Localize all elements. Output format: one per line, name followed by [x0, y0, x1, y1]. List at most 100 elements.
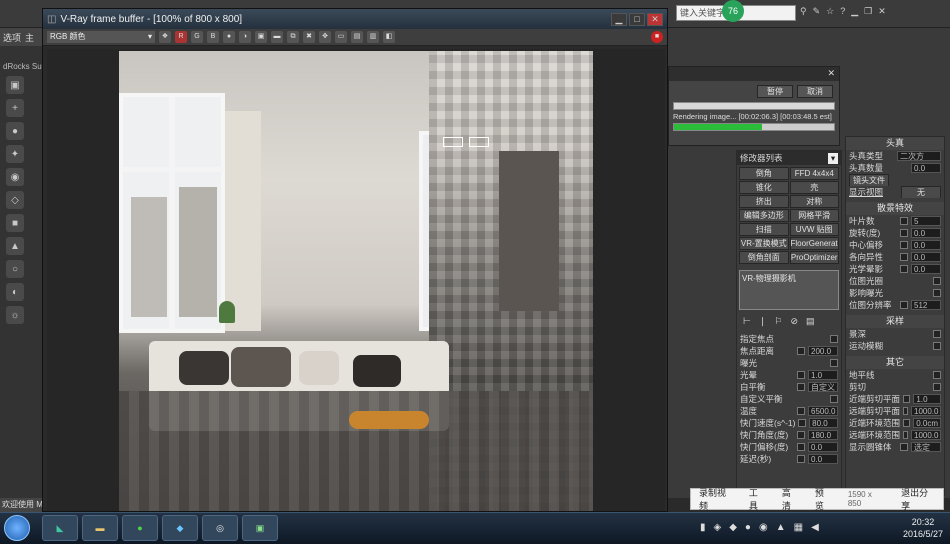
network-icon[interactable]: ▦ — [794, 522, 803, 533]
clone-icon[interactable]: ⧉ — [287, 31, 299, 43]
tray-icon[interactable]: ◈ — [714, 522, 722, 533]
box-icon[interactable]: ■ — [6, 214, 24, 232]
search-icon[interactable]: ⚲ — [800, 6, 807, 20]
modifier-button[interactable]: 扫描 — [739, 223, 789, 236]
param-value[interactable]: 5 — [911, 216, 941, 226]
param-checkbox[interactable] — [797, 407, 805, 415]
param-value[interactable]: 1000.0 — [911, 406, 941, 416]
region-icon[interactable]: ▭ — [335, 31, 347, 43]
param-checkbox[interactable] — [900, 217, 908, 225]
param-value[interactable]: 0.0 — [808, 442, 838, 452]
cloud-app-icon[interactable]: ◆ — [162, 515, 198, 541]
param-checkbox[interactable] — [900, 253, 908, 261]
modifier-button[interactable]: 锥化 — [739, 181, 789, 194]
maximize-icon[interactable]: □ — [629, 12, 645, 26]
modifier-button[interactable]: VR-置换模式 — [739, 237, 789, 250]
volume-icon[interactable]: ◀ — [811, 522, 819, 533]
clear-icon[interactable]: ✖ — [303, 31, 315, 43]
lut-icon[interactable]: ◧ — [383, 31, 395, 43]
modifier-button[interactable]: ProOptimizer — [789, 251, 839, 264]
lens-file-button[interactable]: 镜头文件 — [849, 174, 889, 186]
minimize-icon[interactable]: ▁ — [611, 12, 627, 26]
param-value[interactable]: 1.0 — [808, 370, 838, 380]
tools-menu[interactable]: 工具 — [741, 486, 774, 512]
param-checkbox[interactable] — [903, 419, 911, 427]
camera-icon[interactable]: ◉ — [6, 168, 24, 186]
stack-item[interactable]: VR-物理摄影机 — [742, 273, 836, 284]
param-checkbox[interactable] — [933, 383, 941, 391]
color-icon[interactable]: ❖ — [159, 31, 171, 43]
param-value[interactable]: 0.0 — [911, 264, 941, 274]
param-value[interactable]: 0.0 — [911, 252, 941, 262]
mono-icon[interactable]: ◑ — [239, 31, 251, 43]
param-value[interactable]: 180.0 — [808, 430, 838, 440]
param-value[interactable]: 512 — [911, 300, 941, 310]
param-checkbox[interactable] — [797, 443, 805, 451]
material-icon[interactable]: ◐ — [6, 283, 24, 301]
param-checkbox[interactable] — [900, 229, 908, 237]
param-checkbox[interactable] — [933, 371, 941, 379]
param-checkbox[interactable] — [933, 330, 941, 338]
param-checkbox[interactable] — [900, 241, 908, 249]
param-checkbox[interactable] — [900, 301, 908, 309]
modifier-button[interactable]: 倒角剖面 — [739, 251, 789, 264]
param-checkbox[interactable] — [900, 265, 908, 273]
folder-icon[interactable]: ▬ — [271, 31, 283, 43]
param-value[interactable]: 0.0cm — [913, 418, 941, 428]
param-checkbox[interactable] — [933, 289, 941, 297]
modifier-button[interactable]: FFD 4x4x4 — [789, 167, 839, 180]
tray-icon[interactable]: ● — [745, 522, 751, 533]
close-icon[interactable]: ✕ — [878, 6, 886, 20]
param-value[interactable]: 自定义 — [808, 382, 838, 392]
cone-icon[interactable]: ▲ — [6, 237, 24, 255]
tray-icon[interactable]: ▲ — [776, 522, 786, 533]
menu-item-main[interactable]: 主 — [25, 31, 34, 43]
clock[interactable]: 20:32 2016/5/27 — [898, 516, 948, 540]
light-icon[interactable]: ✦ — [6, 145, 24, 163]
tray-icon[interactable]: ◆ — [729, 522, 737, 533]
lens-type-select[interactable]: 二次方 — [897, 151, 941, 161]
param-checkbox[interactable] — [830, 335, 838, 343]
configure-icon[interactable]: ▤ — [806, 316, 815, 327]
torus-icon[interactable]: ○ — [6, 260, 24, 278]
tools-icon[interactable]: ✎ — [813, 6, 821, 20]
param-checkbox[interactable] — [903, 407, 908, 415]
track-icon[interactable]: ✥ — [319, 31, 331, 43]
modifier-button[interactable]: 挤出 — [739, 195, 789, 208]
param-value[interactable]: 80.0 — [809, 418, 838, 428]
modifier-button[interactable]: 壳 — [789, 181, 839, 194]
pause-button[interactable]: 暂停 — [757, 85, 793, 98]
channel-select[interactable]: RGB 颜色 ▾ — [47, 31, 155, 43]
stop-render-icon[interactable]: ■ — [651, 31, 663, 43]
param-checkbox[interactable] — [797, 431, 805, 439]
3dsmax-app-icon[interactable]: ◣ — [42, 515, 78, 541]
param-value[interactable]: 6500.0 — [808, 406, 838, 416]
minimize-icon[interactable]: ▁ — [851, 6, 858, 20]
exit-share-button[interactable]: 退出分享 — [893, 486, 943, 512]
history-icon[interactable]: ▥ — [367, 31, 379, 43]
help-icon[interactable]: ? — [840, 6, 845, 20]
param-checkbox[interactable] — [933, 342, 941, 350]
helper-icon[interactable]: ◇ — [6, 191, 24, 209]
lens-amount-input[interactable]: 0.0 — [911, 163, 941, 173]
modifier-list-dropdown[interactable]: 修改器列表 ▾ — [737, 151, 841, 165]
red-channel-button[interactable]: R — [175, 31, 187, 43]
create-icon[interactable]: + — [6, 99, 24, 117]
param-value[interactable]: 1000.0 — [911, 430, 941, 440]
param-checkbox[interactable] — [830, 359, 838, 367]
param-checkbox[interactable] — [903, 431, 908, 439]
browser-app-icon[interactable]: ● — [122, 515, 158, 541]
param-checkbox[interactable] — [903, 395, 911, 403]
start-button[interactable] — [4, 515, 30, 541]
unique-icon[interactable]: ⚐ — [774, 316, 782, 327]
param-checkbox[interactable] — [797, 347, 805, 355]
show-end-icon[interactable]: ❘ — [759, 316, 767, 327]
explorer-app-icon[interactable]: ▬ — [82, 515, 118, 541]
param-value[interactable]: 1.0 — [913, 394, 941, 404]
param-checkbox[interactable] — [830, 395, 838, 403]
menu-item-options[interactable]: 选项 — [3, 31, 21, 43]
alpha-icon[interactable]: ● — [223, 31, 235, 43]
param-checkbox[interactable] — [797, 383, 805, 391]
param-checkbox[interactable] — [900, 443, 908, 451]
close-icon[interactable]: ✕ — [647, 12, 663, 26]
